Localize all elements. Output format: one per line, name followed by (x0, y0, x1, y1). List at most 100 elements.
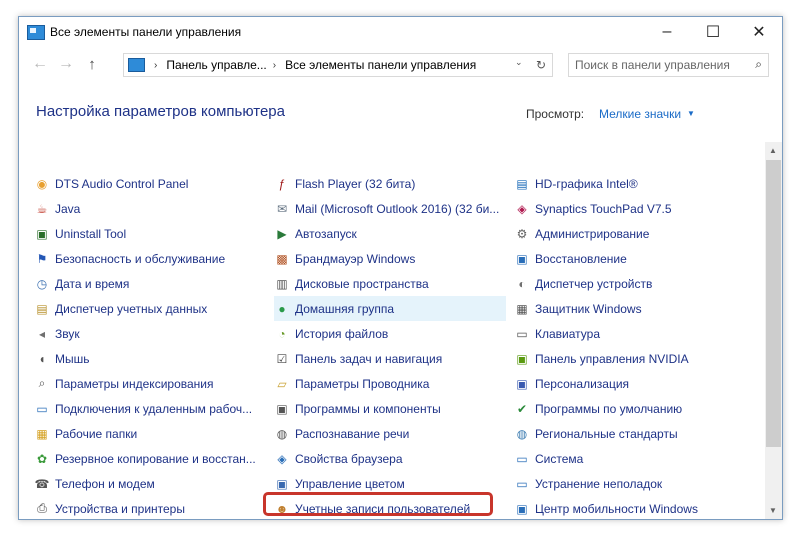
item-label: Администрирование (535, 226, 650, 241)
item-label: Панель управления NVIDIA (535, 351, 689, 366)
speech-icon: ◍ (276, 426, 288, 441)
control-panel-item[interactable]: ◈ Synaptics TouchPad V7.5 (514, 196, 746, 221)
flag-icon: ⚑ (36, 251, 48, 266)
autorun-icon: ▶ (277, 226, 287, 241)
control-panel-item[interactable]: ⌕ Параметры индексирования (34, 371, 266, 396)
chevron-right-icon[interactable]: › (154, 60, 157, 71)
control-panel-icon (27, 24, 45, 40)
vertical-scrollbar[interactable]: ▲ ▼ (765, 142, 782, 519)
scroll-thumb[interactable] (766, 160, 781, 447)
control-panel-item[interactable]: ▦ Защитник Windows (514, 296, 746, 321)
control-panel-item[interactable]: ▩ Брандмауэр Windows (274, 246, 506, 271)
control-panel-item[interactable]: ▭ Устранение неполадок (514, 471, 746, 496)
speaker-icon: ◂ (38, 326, 46, 341)
control-panel-item[interactable]: ☕ Java (34, 196, 266, 221)
browser-icon: ◈ (277, 451, 287, 466)
item-label: Безопасность и обслуживание (55, 251, 226, 266)
control-panel-item[interactable]: ▤ HD-графика Intel® (514, 171, 746, 196)
mobility-icon: ▣ (516, 501, 528, 516)
item-label: Программы и компоненты (295, 401, 441, 416)
item-label: Панель задач и навигация (295, 351, 443, 366)
forward-button[interactable]: → (53, 55, 79, 73)
scroll-down-icon[interactable]: ▼ (769, 506, 777, 515)
printer-icon: ⎙ (37, 501, 47, 515)
back-button[interactable]: ← (27, 55, 53, 73)
history-icon: ◔ (278, 326, 286, 341)
touchpad-icon: ◈ (517, 201, 527, 216)
item-label: Клавиатура (535, 326, 600, 341)
view-by-label: Просмотр: (526, 107, 585, 121)
item-label: Распознавание речи (295, 426, 410, 441)
control-panel-item[interactable]: ✿ Резервное копирование и восстан... (34, 446, 266, 471)
control-panel-item[interactable]: ◈ Свойства браузера (274, 446, 506, 471)
item-label: Свойства браузера (295, 451, 403, 466)
control-panel-item[interactable]: ⚑ Безопасность и обслуживание (34, 246, 266, 271)
control-panel-item[interactable]: ▤ Диспетчер учетных данных (34, 296, 266, 321)
control-panel-item[interactable]: ▱ Параметры Проводника (274, 371, 506, 396)
maximize-button[interactable]: ☐ (690, 17, 736, 47)
intel-icon: ▤ (516, 176, 528, 191)
item-label: DTS Audio Control Panel (55, 176, 189, 191)
default-programs-icon: ✔ (516, 401, 528, 416)
item-label: Брандмауэр Windows (295, 251, 416, 266)
item-label: Центр мобильности Windows (535, 501, 698, 516)
control-panel-item[interactable]: ▣ Панель управления NVIDIA (514, 346, 746, 371)
control-panel-item[interactable]: ◉ DTS Audio Control Panel (34, 171, 266, 196)
control-panel-item[interactable]: ƒ Flash Player (32 бита) (274, 171, 506, 196)
recovery-icon: ▣ (516, 251, 528, 266)
control-panel-item[interactable]: ◷ Дата и время (34, 271, 266, 296)
control-panel-item[interactable]: ◍ Распознавание речи (274, 421, 506, 446)
storage-icon: ▥ (276, 276, 288, 291)
item-label: Защитник Windows (535, 301, 642, 316)
chevron-right-icon[interactable]: › (273, 60, 276, 71)
uninstall-icon: ▣ (36, 226, 48, 241)
control-panel-item[interactable]: ● Домашняя группа (274, 296, 506, 321)
control-panel-item[interactable]: ▭ Клавиатура (514, 321, 746, 346)
search-input[interactable] (569, 57, 737, 73)
remote-icon: ▭ (36, 401, 48, 416)
minimize-button[interactable]: – (644, 17, 690, 47)
refresh-button[interactable]: ↻ (530, 53, 553, 77)
control-panel-item[interactable]: ▶ Автозапуск (274, 221, 506, 246)
items-column-1: ◉ DTS Audio Control Panel ☕ Java ▣ Uninstall … (34, 171, 266, 519)
control-panel-item[interactable]: ⎙ Устройства и принтеры (34, 496, 266, 519)
control-panel-item[interactable]: ◐ Диспетчер устройств (514, 271, 746, 296)
chevron-down-icon[interactable]: ⌄ (515, 57, 523, 68)
control-panel-item[interactable]: ◍ Региональные стандарты (514, 421, 746, 446)
control-panel-item[interactable]: ▣ Центр мобильности Windows (514, 496, 746, 519)
items-list: ◉ DTS Audio Control Panel ☕ Java ▣ Uninstall … (19, 142, 762, 519)
control-panel-item[interactable]: ▦ Рабочие папки (34, 421, 266, 446)
up-button[interactable]: ↑ (79, 56, 105, 73)
address-bar[interactable]: › Панель управле... › Все элементы панел… (123, 53, 553, 77)
control-panel-item[interactable]: ▭ Система (514, 446, 746, 471)
scroll-up-icon[interactable]: ▲ (769, 146, 777, 155)
control-panel-item[interactable]: ⚙ Администрирование (514, 221, 746, 246)
breadcrumb-control-panel[interactable]: Панель управле... (166, 58, 266, 72)
control-panel-item[interactable]: ▥ Дисковые пространства (274, 271, 506, 296)
control-panel-item[interactable]: ◖ Мышь (34, 346, 266, 371)
item-label: HD-графика Intel® (535, 176, 638, 191)
search-box[interactable]: ⌕ (568, 53, 769, 77)
control-panel-item[interactable]: ✔ Программы по умолчанию (514, 396, 746, 421)
system-icon: ▭ (516, 451, 528, 466)
control-panel-item[interactable]: ▭ Подключения к удаленным рабоч... (34, 396, 266, 421)
chevron-down-icon[interactable]: ▼ (687, 109, 695, 118)
item-label: Автозапуск (295, 226, 357, 241)
navigation-bar: ← → ↑ › Панель управле... › Все элементы… (19, 47, 782, 81)
control-panel-item[interactable]: ▣ Программы и компоненты (274, 396, 506, 421)
control-panel-item[interactable]: ▣ Персонализация (514, 371, 746, 396)
control-panel-item[interactable]: ▣ Uninstall Tool (34, 221, 266, 246)
backup-icon: ✿ (36, 451, 48, 466)
control-panel-item[interactable]: ☎ Телефон и модем (34, 471, 266, 496)
control-panel-item[interactable]: ◂ Звук (34, 321, 266, 346)
page-header: Настройка параметров компьютера Просмотр… (19, 81, 782, 141)
close-button[interactable]: ✕ (736, 17, 782, 47)
control-panel-item[interactable]: ▣ Восстановление (514, 246, 746, 271)
search-icon[interactable]: ⌕ (755, 57, 762, 72)
view-by-dropdown[interactable]: Мелкие значки (599, 107, 681, 121)
control-panel-item[interactable]: ✉ Mail (Microsoft Outlook 2016) (32 би... (274, 196, 506, 221)
keyboard-icon: ▭ (516, 326, 528, 341)
breadcrumb-all-items[interactable]: Все элементы панели управления (285, 58, 476, 72)
control-panel-item[interactable]: ◔ История файлов (274, 321, 506, 346)
control-panel-item[interactable]: ☑ Панель задач и навигация (274, 346, 506, 371)
